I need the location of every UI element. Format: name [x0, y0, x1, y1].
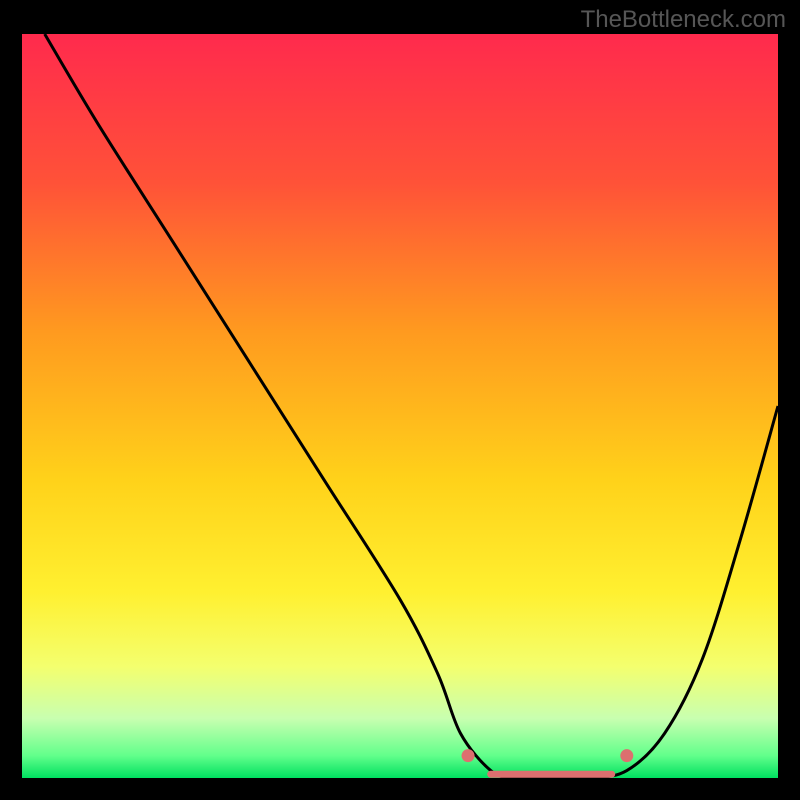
chart-container: TheBottleneck.com [0, 0, 800, 800]
plot-area [22, 34, 778, 778]
background-gradient [22, 34, 778, 778]
watermark-text: TheBottleneck.com [581, 6, 786, 34]
